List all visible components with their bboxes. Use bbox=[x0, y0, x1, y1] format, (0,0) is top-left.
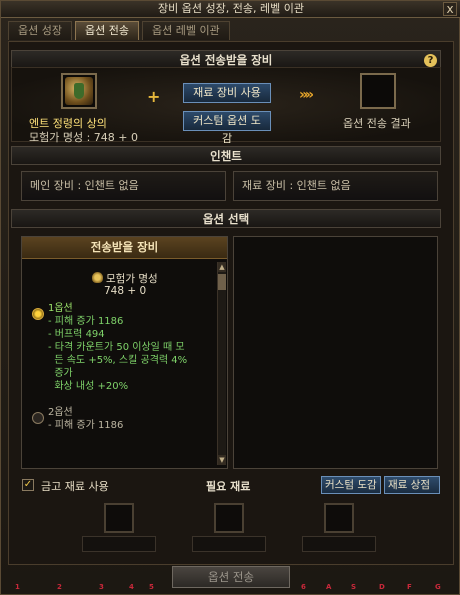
enchant-header: 인챈트 bbox=[11, 146, 441, 165]
option-transfer-button[interactable]: 옵션 전송 bbox=[172, 566, 290, 588]
option-1-line: 화상 내성 +20% bbox=[48, 381, 129, 392]
medal-icon bbox=[92, 272, 103, 283]
main-enchant-box: 메인 장비 : 인챈트 없음 bbox=[21, 171, 226, 201]
scroll-down-icon[interactable]: ▼ bbox=[218, 455, 226, 465]
help-icon[interactable]: ? bbox=[424, 54, 437, 67]
quickbar-key: F bbox=[407, 583, 412, 591]
result-label: 옵션 전송 결과 bbox=[343, 117, 411, 130]
reputation-row: 모험가 명성 bbox=[92, 271, 158, 286]
quickbar-key: A bbox=[326, 583, 332, 591]
material-enchant-box: 재료 장비 : 인챈트 없음 bbox=[233, 171, 438, 201]
option-2-title: 2옵션 bbox=[48, 407, 73, 418]
material-slot[interactable] bbox=[324, 503, 354, 533]
materials-bar: ✓ 금고 재료 사용 필요 재료 커스텀 도감 재료 상점 bbox=[18, 476, 442, 495]
scroll-thumb[interactable] bbox=[218, 274, 226, 290]
plus-icon: + bbox=[147, 87, 161, 106]
required-materials-label: 필요 재료 bbox=[206, 480, 251, 493]
material-count bbox=[302, 536, 376, 552]
option-list-title: 전송받을 장비 bbox=[22, 237, 227, 259]
tab-option-growth[interactable]: 옵션 성장 bbox=[8, 21, 72, 40]
tab-option-level-transfer[interactable]: 옵션 레벨 이관 bbox=[141, 21, 230, 40]
quickbar-key: D bbox=[379, 583, 385, 591]
quickbar-key: G bbox=[435, 583, 441, 591]
option-list-panel: 전송받을 장비 모험가 명성 748 + 0 1옵션 - 피해 증가 1186 … bbox=[21, 236, 228, 469]
option-growth-window: 장비 옵션 성장, 전송, 레벨 이관 x 옵션 성장 옵션 전송 옵션 레벨 … bbox=[0, 0, 460, 595]
enchant-title: 인챈트 bbox=[210, 149, 242, 163]
quickbar-key: 2 bbox=[57, 583, 62, 591]
material-shop-button[interactable]: 재료 상점 bbox=[384, 476, 440, 494]
option-1-title: 1옵션 bbox=[48, 303, 73, 314]
material-equipment-button[interactable]: 재료 장비 사용 bbox=[183, 83, 271, 103]
option-1-line: 증가 bbox=[48, 368, 73, 379]
target-equipment-slot[interactable] bbox=[61, 73, 97, 109]
quickbar-key: 6 bbox=[301, 583, 306, 591]
option-2-line: - 피해 증가 1186 bbox=[48, 420, 124, 431]
section-title: 옵션 전송받을 장비 bbox=[179, 53, 273, 67]
scroll-up-icon[interactable]: ▲ bbox=[218, 262, 226, 272]
option-1-line: 든 속도 +5%, 스킬 공격력 4% bbox=[48, 355, 188, 366]
quickbar-key: 1 bbox=[15, 583, 20, 591]
quickbar-key: 4 bbox=[129, 583, 134, 591]
window-title: 장비 옵션 성장, 전송, 레벨 이관 bbox=[158, 2, 304, 15]
material-count bbox=[192, 536, 266, 552]
gold-material-label: 금고 재료 사용 bbox=[41, 480, 109, 493]
material-slot[interactable] bbox=[214, 503, 244, 533]
arrow-right-icon: »» bbox=[299, 87, 314, 103]
option-2-radio[interactable] bbox=[32, 412, 44, 424]
close-icon[interactable]: x bbox=[443, 2, 457, 16]
option-1-line: - 피해 증가 1186 bbox=[48, 316, 124, 327]
window-titlebar[interactable]: 장비 옵션 성장, 전송, 레벨 이관 x bbox=[1, 1, 460, 18]
armor-icon bbox=[65, 77, 93, 105]
quickbar-key: 3 bbox=[99, 583, 104, 591]
result-equipment-slot bbox=[360, 73, 396, 109]
material-slot[interactable] bbox=[104, 503, 134, 533]
option-select-title: 옵션 선택 bbox=[202, 212, 250, 226]
tab-option-transfer[interactable]: 옵션 전송 bbox=[74, 21, 139, 40]
quickbar-key: S bbox=[351, 583, 357, 591]
option-1-radio[interactable] bbox=[32, 308, 44, 320]
option-1-line: - 타격 카운트가 50 이상일 때 모 bbox=[48, 342, 185, 353]
quickbar-key: 5 bbox=[149, 583, 154, 591]
custom-codex-small-button[interactable]: 커스텀 도감 bbox=[321, 476, 381, 494]
item-reputation: 모험가 명성 : 748 + 0 bbox=[29, 131, 138, 144]
gold-material-checkbox[interactable]: ✓ bbox=[22, 479, 34, 491]
option-1-line: - 버프력 494 bbox=[48, 329, 105, 340]
reputation-value: 748 + 0 bbox=[104, 285, 147, 297]
option-select-header: 옵션 선택 bbox=[11, 209, 441, 228]
custom-codex-button[interactable]: 커스텀 옵션 도감 bbox=[183, 111, 271, 145]
tab-bar: 옵션 성장 옵션 전송 옵션 레벨 이관 bbox=[8, 21, 230, 41]
option-preview-panel bbox=[233, 236, 438, 469]
material-count bbox=[82, 536, 156, 552]
reputation-label: 모험가 명성 bbox=[106, 273, 158, 285]
option-list-scrollbar[interactable]: ▲ ▼ bbox=[217, 262, 226, 465]
